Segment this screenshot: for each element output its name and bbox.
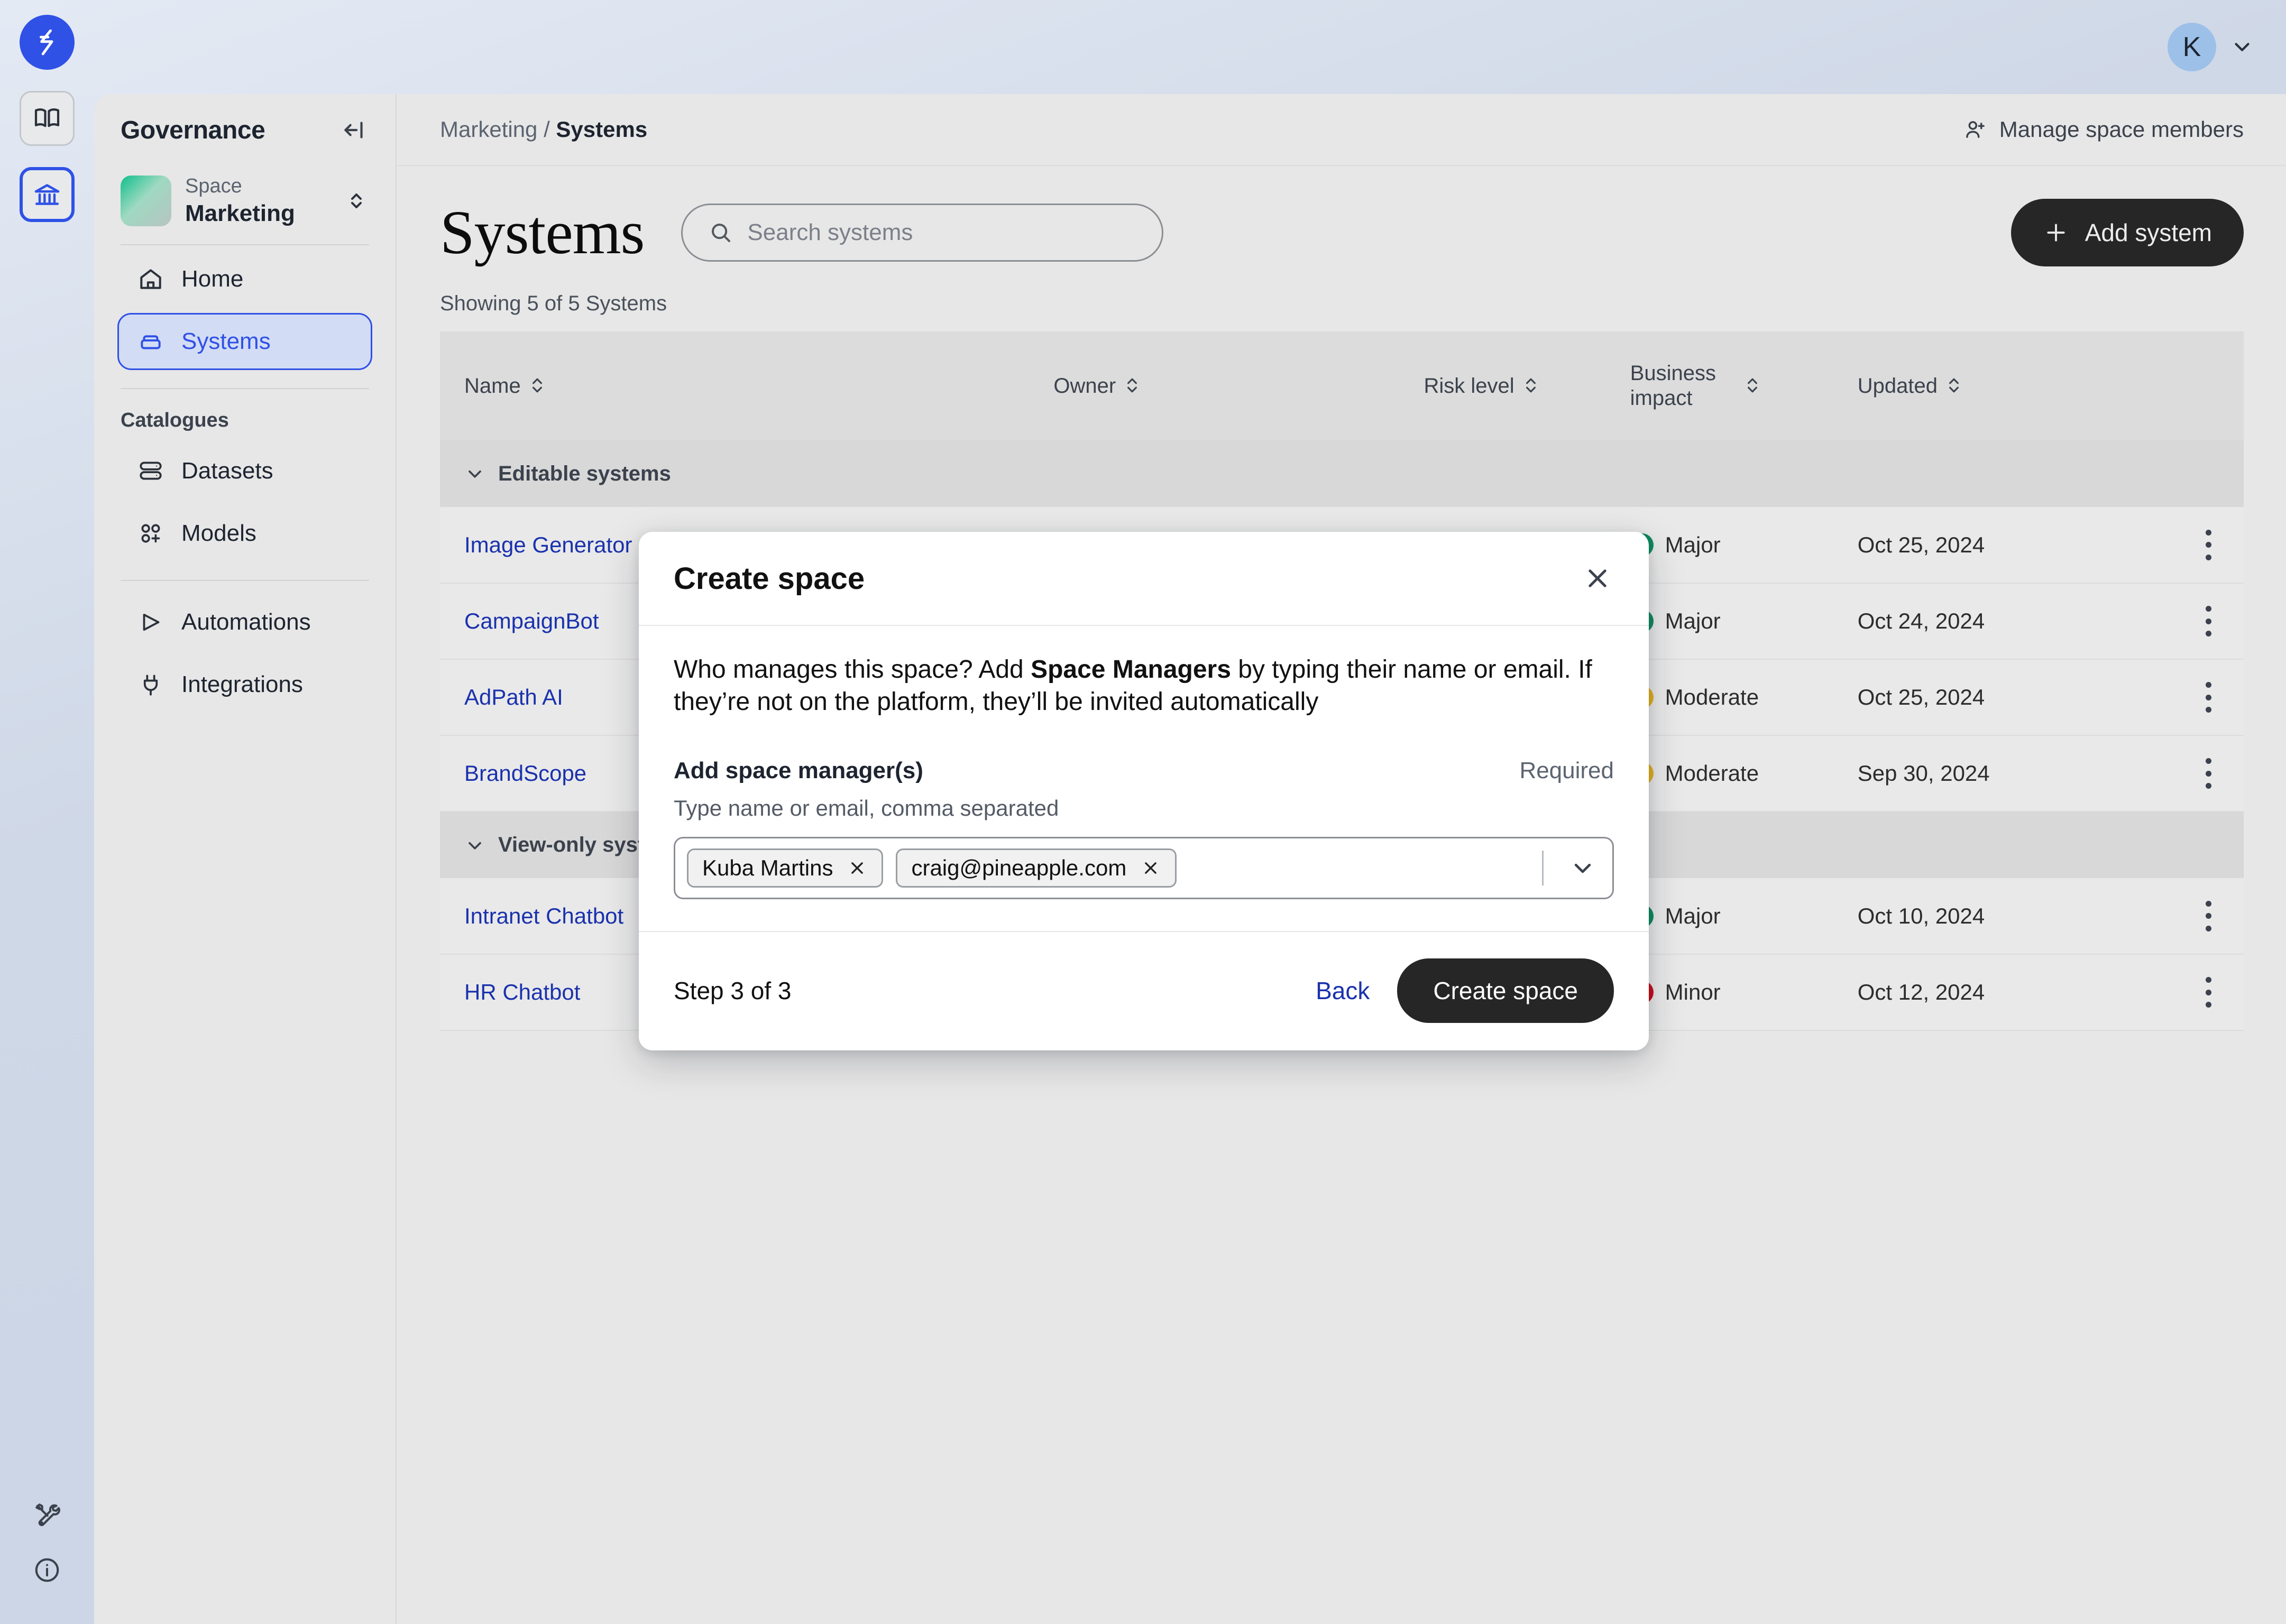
field-label: Add space manager(s) <box>674 757 923 783</box>
close-icon[interactable] <box>1140 857 1161 879</box>
step-indicator: Step 3 of 3 <box>674 976 792 1004</box>
field-header: Add space manager(s) Required <box>674 758 1614 784</box>
close-icon[interactable] <box>1581 562 1614 595</box>
input-separator <box>1542 850 1544 885</box>
modal-body: Who manages this space? Add Space Manage… <box>639 626 1649 931</box>
description-bold: Space Managers <box>1031 656 1231 684</box>
tag-label: craig@pineapple.com <box>911 855 1127 880</box>
field-hint: Type name or email, comma separated <box>674 795 1059 820</box>
tag-chip: craig@pineapple.com <box>896 848 1177 888</box>
space-managers-input[interactable]: Kuba Martins craig@pineapple.com <box>674 836 1614 899</box>
chevron-down-icon[interactable] <box>1568 853 1598 883</box>
app-root: K Governance Space Marketing Home System… <box>0 0 2286 1624</box>
tag-label: Kuba Martins <box>702 855 833 880</box>
create-space-modal: Create space Who manages this space? Add… <box>639 532 1649 1050</box>
tag-chip: Kuba Martins <box>687 848 884 888</box>
modal-description: Who manages this space? Add Space Manage… <box>674 653 1614 718</box>
back-button[interactable]: Back <box>1316 976 1370 1005</box>
modal-header: Create space <box>639 532 1649 626</box>
modal-title: Create space <box>674 561 865 596</box>
close-icon[interactable] <box>847 857 868 879</box>
modal-footer: Step 3 of 3 Back Create space <box>639 930 1649 1050</box>
create-space-button[interactable]: Create space <box>1397 958 1614 1023</box>
field-required-badge: Required <box>1519 757 1614 783</box>
description-pre: Who manages this space? Add <box>674 656 1031 684</box>
